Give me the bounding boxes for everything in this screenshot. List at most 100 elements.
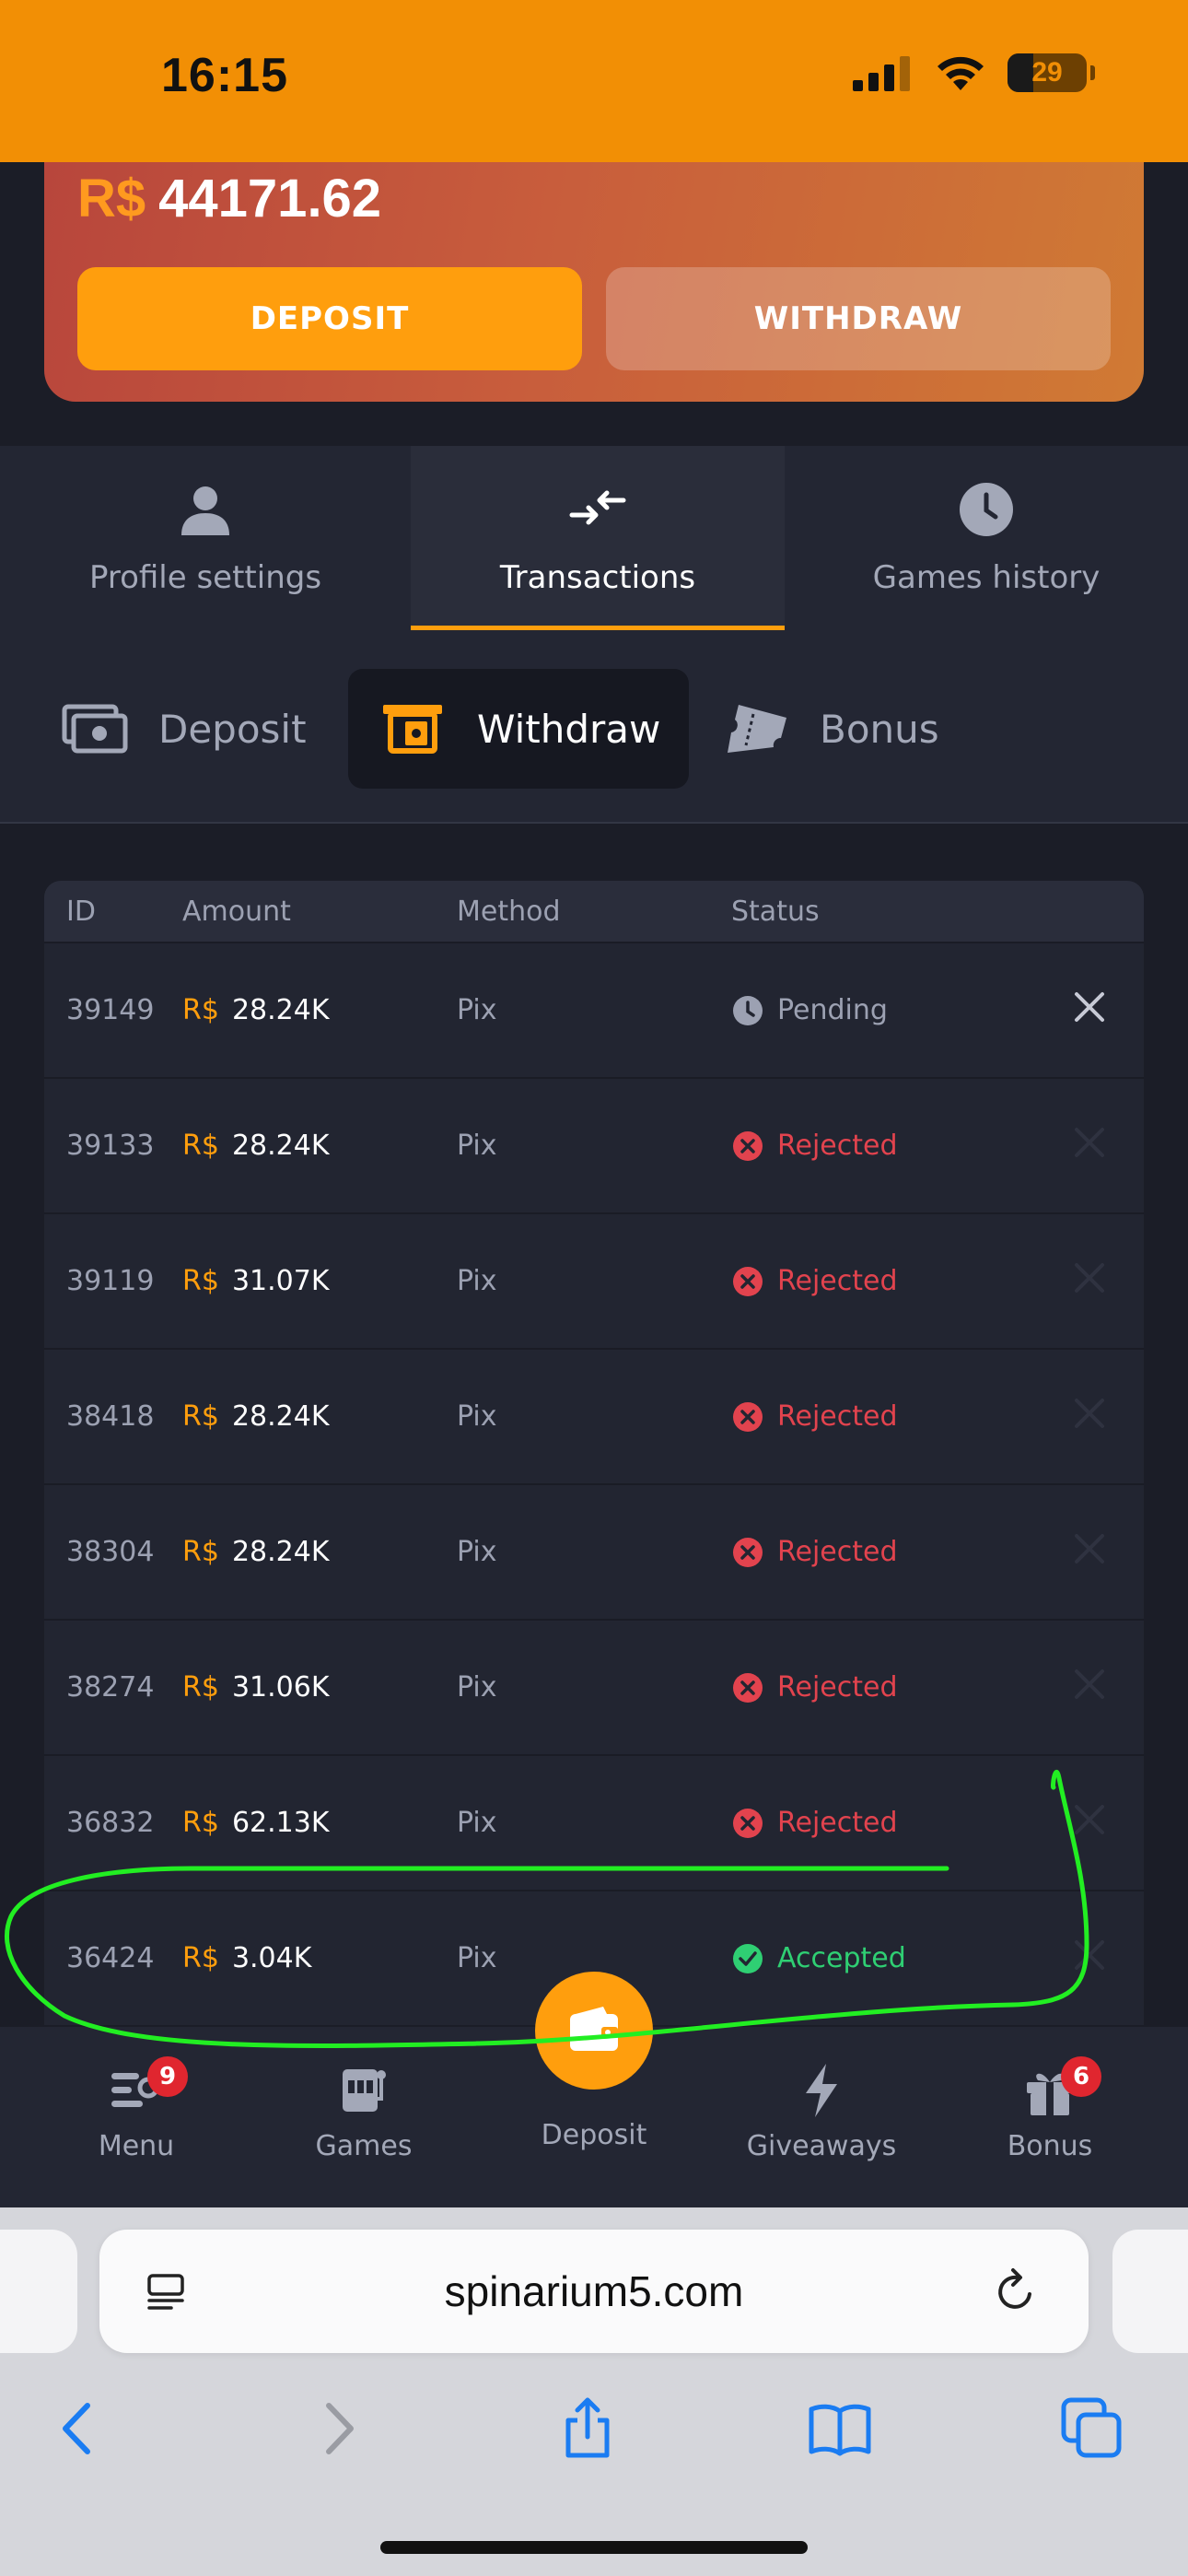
cancel-disabled-icon	[1071, 1530, 1108, 1575]
battery-level: 29	[1031, 57, 1063, 88]
status-bar: 16:15 29	[0, 0, 1188, 162]
table-row: 39119 R$ 31.07K Pix Rejected	[44, 1212, 1144, 1348]
bookmarks-button[interactable]	[803, 2392, 877, 2465]
row-status-label: Rejected	[777, 1807, 898, 1839]
table-row: 38274 R$ 31.06K Pix Rejected	[44, 1619, 1144, 1754]
address-bar[interactable]: spinarium5.com	[99, 2230, 1089, 2353]
tab-transactions[interactable]: Transactions	[411, 446, 785, 630]
share-button[interactable]	[551, 2392, 624, 2465]
nav-menu[interactable]: Menu 9	[44, 2056, 228, 2162]
clock: 16:15	[161, 49, 288, 102]
chevron-left-icon	[63, 2403, 90, 2454]
cash-icon	[62, 704, 128, 754]
row-amount-value: 3.04K	[231, 1942, 312, 1974]
row-status: Rejected	[731, 1400, 1035, 1434]
row-amount-value: 62.13K	[231, 1807, 330, 1839]
nav-deposit-button[interactable]	[535, 1972, 653, 2090]
next-tab-preview[interactable]	[1112, 2230, 1188, 2353]
row-method: Pix	[457, 1942, 497, 1974]
row-status-label: Pending	[777, 994, 888, 1026]
header-status: Status	[731, 895, 820, 928]
row-method: Pix	[457, 1807, 497, 1839]
row-currency: R$	[182, 1400, 219, 1433]
withdraw-icon	[383, 705, 442, 754]
chevron-right-icon	[326, 2403, 354, 2454]
row-amount: R$ 28.24K	[182, 1400, 457, 1433]
nav-games[interactable]: Games	[272, 2062, 456, 2162]
row-status-label: Accepted	[777, 1942, 906, 1974]
cancel-withdraw-icon[interactable]	[1071, 989, 1108, 1033]
cancel-disabled-icon	[1071, 1801, 1108, 1845]
header-method: Method	[457, 895, 561, 928]
rejected-x-circle-icon	[731, 1400, 764, 1434]
row-currency: R$	[182, 1265, 219, 1297]
home-indicator	[380, 2541, 808, 2554]
nav-label: Menu	[98, 2130, 175, 2162]
balance-currency: R$	[77, 169, 146, 228]
forward-button[interactable]	[300, 2392, 374, 2465]
header-amount: Amount	[182, 895, 291, 928]
row-status: Rejected	[731, 1807, 1035, 1840]
row-status-label: Rejected	[777, 1536, 898, 1568]
share-icon	[565, 2397, 610, 2458]
balance-value: 44171.62	[158, 169, 382, 228]
reload-icon[interactable]	[989, 2266, 1041, 2318]
table-row: 38304 R$ 28.24K Pix Rejected	[44, 1483, 1144, 1619]
cancel-disabled-icon	[1071, 1395, 1108, 1439]
row-currency: R$	[182, 994, 219, 1026]
transactions-table: ID Amount Method Status 39149 R$ 28.24K P…	[44, 881, 1144, 2025]
user-icon	[181, 486, 229, 535]
nav-bonus[interactable]: Bonus 6	[958, 2056, 1142, 2162]
row-method: Pix	[457, 1400, 497, 1433]
subtab-bonus[interactable]: Bonus	[722, 669, 939, 789]
row-status-label: Rejected	[777, 1130, 898, 1162]
deposit-button[interactable]: DEPOSIT	[77, 267, 582, 370]
row-amount-value: 28.24K	[231, 1400, 330, 1433]
table-row: 39149 R$ 28.24K Pix Pending	[44, 942, 1144, 1077]
subtab-label: Bonus	[820, 706, 939, 752]
accepted-check-circle-icon	[731, 1942, 764, 1975]
rejected-x-circle-icon	[731, 1536, 764, 1569]
nav-label: Giveaways	[746, 2130, 897, 2162]
row-amount-value: 28.24K	[231, 1536, 330, 1568]
row-currency: R$	[182, 1671, 219, 1704]
row-status: Rejected	[731, 1130, 1035, 1163]
bottom-nav: Menu 9 Games Deposit Giveaways Bonus 6	[0, 1972, 1188, 2207]
rejected-x-circle-icon	[731, 1671, 764, 1704]
subtab-deposit[interactable]: Deposit	[61, 669, 307, 789]
row-id: 39133	[66, 1130, 155, 1162]
book-icon	[809, 2404, 871, 2456]
tab-games-history[interactable]: Games history	[785, 446, 1188, 630]
row-method: Pix	[457, 994, 497, 1026]
row-method: Pix	[457, 1130, 497, 1162]
tab-profile-settings[interactable]: Profile settings	[0, 446, 411, 630]
row-amount: R$ 28.24K	[182, 1130, 457, 1162]
row-method: Pix	[457, 1671, 497, 1704]
row-amount: R$ 3.04K	[182, 1942, 457, 1974]
browser-toolbar: spinarium5.com	[0, 2207, 1188, 2576]
table-row: 39133 R$ 28.24K Pix Rejected	[44, 1077, 1144, 1212]
row-method: Pix	[457, 1536, 497, 1568]
row-amount-value: 31.06K	[231, 1671, 330, 1704]
row-amount: R$ 31.07K	[182, 1265, 457, 1297]
row-status-label: Rejected	[777, 1671, 898, 1704]
row-status: Accepted	[731, 1942, 1035, 1975]
row-id: 36424	[66, 1942, 155, 1974]
clock-icon	[960, 483, 1013, 536]
bonus-badge: 6	[1061, 2056, 1101, 2097]
wallet-icon	[570, 2007, 618, 2051]
previous-tab-preview[interactable]	[0, 2230, 77, 2353]
subtab-withdraw[interactable]: Withdraw	[348, 669, 689, 789]
row-status-label: Rejected	[777, 1265, 898, 1297]
main-tabs: Profile settings Transactions Games hist…	[0, 446, 1188, 630]
cancel-disabled-icon	[1071, 1259, 1108, 1304]
tabs-button[interactable]	[1055, 2392, 1129, 2465]
row-amount-value: 31.07K	[231, 1265, 330, 1297]
rejected-x-circle-icon	[731, 1130, 764, 1163]
rejected-x-circle-icon	[731, 1807, 764, 1840]
nav-giveaways[interactable]: Giveaways	[729, 2062, 914, 2162]
back-button[interactable]	[42, 2392, 116, 2465]
menu-badge: 9	[147, 2056, 188, 2097]
withdraw-button[interactable]: WITHDRAW	[606, 267, 1111, 370]
nav-deposit-label: Deposit	[541, 2119, 647, 2151]
